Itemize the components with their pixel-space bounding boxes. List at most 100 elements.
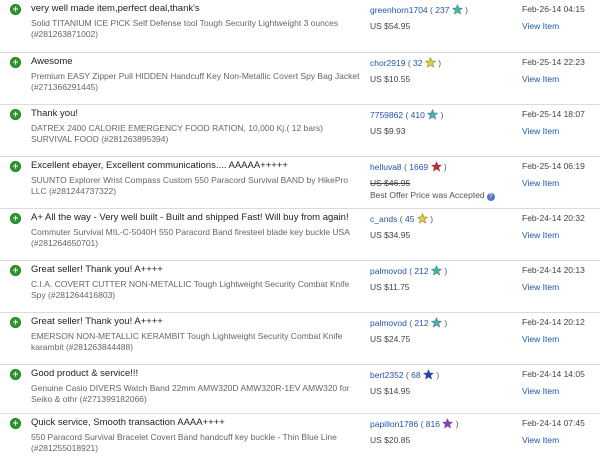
positive-rating-icon: + xyxy=(10,57,21,68)
price-value: US $54.95 xyxy=(370,21,411,31)
buyer-info: c_ands ( 45 ) xyxy=(370,213,434,224)
feedback-score-link[interactable]: 212 xyxy=(414,266,428,276)
feedback-row: + Quick service, Smooth transaction AAAA+… xyxy=(0,413,600,464)
feedback-score-link[interactable]: 410 xyxy=(411,110,425,120)
item-price: US $24.75 xyxy=(370,334,410,344)
positive-rating-icon: + xyxy=(10,4,21,15)
item-title: DATREX 2400 CALORIE EMERGENCY FOOD RATIO… xyxy=(31,123,323,144)
feedback-row: + Great seller! Thank you! A++++ C.I.A. CO… xyxy=(0,260,600,311)
buyer-info: palmovod ( 212 ) xyxy=(370,317,448,328)
price-value: US $46.95 xyxy=(370,178,411,188)
item-price: US $20.85 xyxy=(370,435,410,445)
feedback-comment: Great seller! Thank you! A++++ xyxy=(31,264,163,275)
feedback-comment: very well made item,perfect deal,thank's xyxy=(31,3,200,14)
feedback-date: Feb-24-14 20:13 xyxy=(522,265,585,275)
buyer-name-link[interactable]: c_ands xyxy=(370,214,397,224)
feedback-date: Feb-25-14 06:19 xyxy=(522,161,585,171)
positive-rating-icon: + xyxy=(10,213,21,224)
item-title: Genuine Casio DIVERS Watch Band 22mm AMW… xyxy=(31,383,350,404)
feedback-row: + Excellent ebayer, Excellent communicati… xyxy=(0,156,600,207)
view-item-link[interactable]: View Item xyxy=(522,334,559,344)
item-title: EMERSON NON-METALLIC KERAMBIT Tough Ligh… xyxy=(31,331,343,352)
feedback-comment: Thank you! xyxy=(31,108,78,119)
price-value: US $10.55 xyxy=(370,74,411,84)
feedback-date: Feb-25-14 18:07 xyxy=(522,109,585,119)
buyer-name-link[interactable]: palmovod xyxy=(370,266,407,276)
item-title: Commuter Survival MIL-C-5040H 550 Paraco… xyxy=(31,227,350,248)
star-icon xyxy=(430,265,442,276)
best-offer-note: Best Offer Price was Accepted? xyxy=(370,190,495,201)
star-icon xyxy=(427,109,439,120)
feedback-row: + Great seller! Thank you! A++++ EMERSON N… xyxy=(0,312,600,363)
star-icon xyxy=(416,213,428,224)
feedback-date: Feb-24-14 14:05 xyxy=(522,369,585,379)
feedback-comment: Great seller! Thank you! A++++ xyxy=(31,316,163,327)
item-price: US $46.95 xyxy=(370,178,410,188)
item-price: US $14.95 xyxy=(370,386,410,396)
buyer-name-link[interactable]: papillon1786 xyxy=(370,419,418,429)
feedback-score-link[interactable]: 68 xyxy=(411,370,420,380)
star-icon xyxy=(442,418,454,429)
item-title: Premium EASY Zipper Pull HIDDEN Handcuff… xyxy=(31,71,360,92)
item-price: US $9.93 xyxy=(370,126,405,136)
buyer-info: greenhorn1704 ( 237 ) xyxy=(370,4,468,15)
item-title: C.I.A. COVERT CUTTER NON-METALLIC Tough … xyxy=(31,279,350,300)
buyer-name-link[interactable]: greenhorn1704 xyxy=(370,5,428,15)
star-icon xyxy=(424,57,436,68)
price-value: US $9.93 xyxy=(370,126,406,136)
view-item-link[interactable]: View Item xyxy=(522,21,559,31)
feedback-score-link[interactable]: 1669 xyxy=(409,162,428,172)
buyer-name-link[interactable]: palmovod xyxy=(370,318,407,328)
item-title: SUUNTO Explorer Wrist Compass Custom 550… xyxy=(31,175,349,196)
feedback-comment: A+ All the way - Very well built - Built… xyxy=(31,212,349,223)
view-item-link[interactable]: View Item xyxy=(522,74,559,84)
price-value: US $24.75 xyxy=(370,334,411,344)
feedback-row: + Thank you! DATREX 2400 CALORIE EMERGENCY… xyxy=(0,104,600,155)
feedback-score-link[interactable]: 816 xyxy=(426,419,440,429)
buyer-info: helluva8 ( 1669 ) xyxy=(370,161,447,172)
item-price: US $11.75 xyxy=(370,282,410,292)
feedback-row: + very well made item,perfect deal,thank'… xyxy=(0,0,600,51)
feedback-date: Feb-24-14 07:45 xyxy=(522,418,585,428)
positive-rating-icon: + xyxy=(10,369,21,380)
item-price: US $10.55 xyxy=(370,74,410,84)
view-item-link[interactable]: View Item xyxy=(522,126,559,136)
view-item-link[interactable]: View Item xyxy=(522,230,559,240)
buyer-name-link[interactable]: helluva8 xyxy=(370,162,402,172)
view-item-link[interactable]: View Item xyxy=(522,386,559,396)
buyer-info: papillon1786 ( 816 ) xyxy=(370,418,459,429)
buyer-name-link[interactable]: chor2919 xyxy=(370,58,405,68)
price-value: US $34.95 xyxy=(370,230,411,240)
feedback-row: + A+ All the way - Very well built - Buil… xyxy=(0,208,600,259)
buyer-name-link[interactable]: 7759862 xyxy=(370,110,403,120)
feedback-score-link[interactable]: 45 xyxy=(405,214,414,224)
buyer-name-link[interactable]: bert2352 xyxy=(370,370,404,380)
view-item-link[interactable]: View Item xyxy=(522,178,559,188)
positive-rating-icon: + xyxy=(10,317,21,328)
star-icon xyxy=(430,161,442,172)
buyer-info: chor2919 ( 32 ) xyxy=(370,57,442,68)
feedback-score-link[interactable]: 212 xyxy=(414,318,428,328)
feedback-score-link[interactable]: 237 xyxy=(435,5,449,15)
buyer-info: 7759862 ( 410 ) xyxy=(370,109,444,120)
positive-rating-icon: + xyxy=(10,109,21,120)
item-title: Solid TITANIUM ICE PICK Self Defense too… xyxy=(31,18,339,39)
item-price: US $54.95 xyxy=(370,21,410,31)
view-item-link[interactable]: View Item xyxy=(522,435,559,445)
price-value: US $14.95 xyxy=(370,386,411,396)
best-offer-text: Best Offer Price was Accepted xyxy=(370,190,485,200)
feedback-date: Feb-24-14 20:12 xyxy=(522,317,585,327)
buyer-info: bert2352 ( 68 ) xyxy=(370,369,440,380)
feedback-date: Feb-24-14 20:32 xyxy=(522,213,585,223)
feedback-row: + Good product & service!!! Genuine Casio … xyxy=(0,364,600,415)
star-icon xyxy=(430,317,442,328)
buyer-info: palmovod ( 212 ) xyxy=(370,265,448,276)
info-icon[interactable]: ? xyxy=(486,193,495,201)
price-value: US $20.85 xyxy=(370,435,411,445)
feedback-comment: Excellent ebayer, Excellent communicatio… xyxy=(31,160,288,171)
feedback-row: + Awesome Premium EASY Zipper Pull HIDDEN … xyxy=(0,52,600,103)
feedback-score-link[interactable]: 32 xyxy=(413,58,422,68)
item-price: US $34.95 xyxy=(370,230,410,240)
view-item-link[interactable]: View Item xyxy=(522,282,559,292)
feedback-comment: Awesome xyxy=(31,56,73,67)
